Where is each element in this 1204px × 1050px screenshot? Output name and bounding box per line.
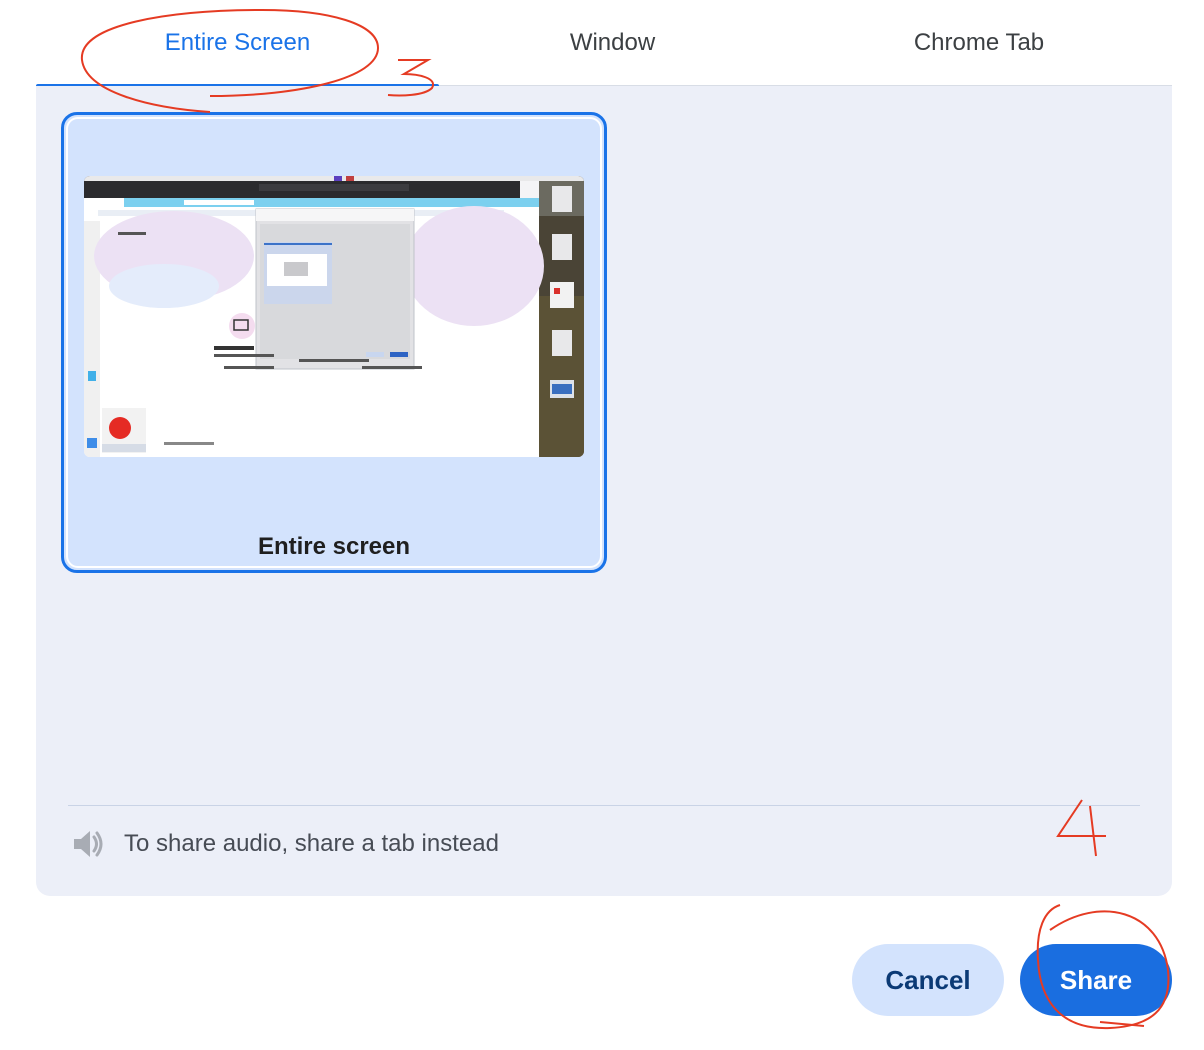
entire-screen-card[interactable]: Entire screen bbox=[61, 112, 607, 573]
audio-notice: To share audio, share a tab instead bbox=[70, 826, 499, 862]
panel-divider bbox=[68, 805, 1140, 806]
tab-window[interactable]: Window bbox=[439, 0, 786, 86]
screen-thumbnail bbox=[84, 176, 584, 457]
tab-chrome-tab-label: Chrome Tab bbox=[913, 29, 1045, 56]
source-panel: Entire screen To share audio, share a ta… bbox=[36, 86, 1172, 896]
speaker-icon bbox=[74, 831, 103, 857]
entire-screen-card-label: Entire screen bbox=[257, 533, 411, 560]
audio-notice-text: To share audio, share a tab instead bbox=[124, 830, 499, 857]
tab-entire-screen[interactable]: Entire Screen bbox=[36, 0, 439, 88]
tab-chrome-tab[interactable]: Chrome Tab bbox=[786, 0, 1172, 86]
tab-entire-screen-label: Entire Screen bbox=[164, 29, 311, 56]
tab-window-label: Window bbox=[569, 29, 656, 56]
source-tabs: Entire Screen Window Chrome Tab bbox=[36, 0, 1172, 88]
cancel-button[interactable]: Cancel bbox=[852, 944, 1004, 1016]
share-button[interactable]: Share bbox=[1020, 944, 1172, 1016]
share-screen-dialog: Entire Screen Window Chrome Tab Entire s… bbox=[0, 0, 1204, 1050]
screen-thumbnail-image bbox=[84, 176, 584, 457]
